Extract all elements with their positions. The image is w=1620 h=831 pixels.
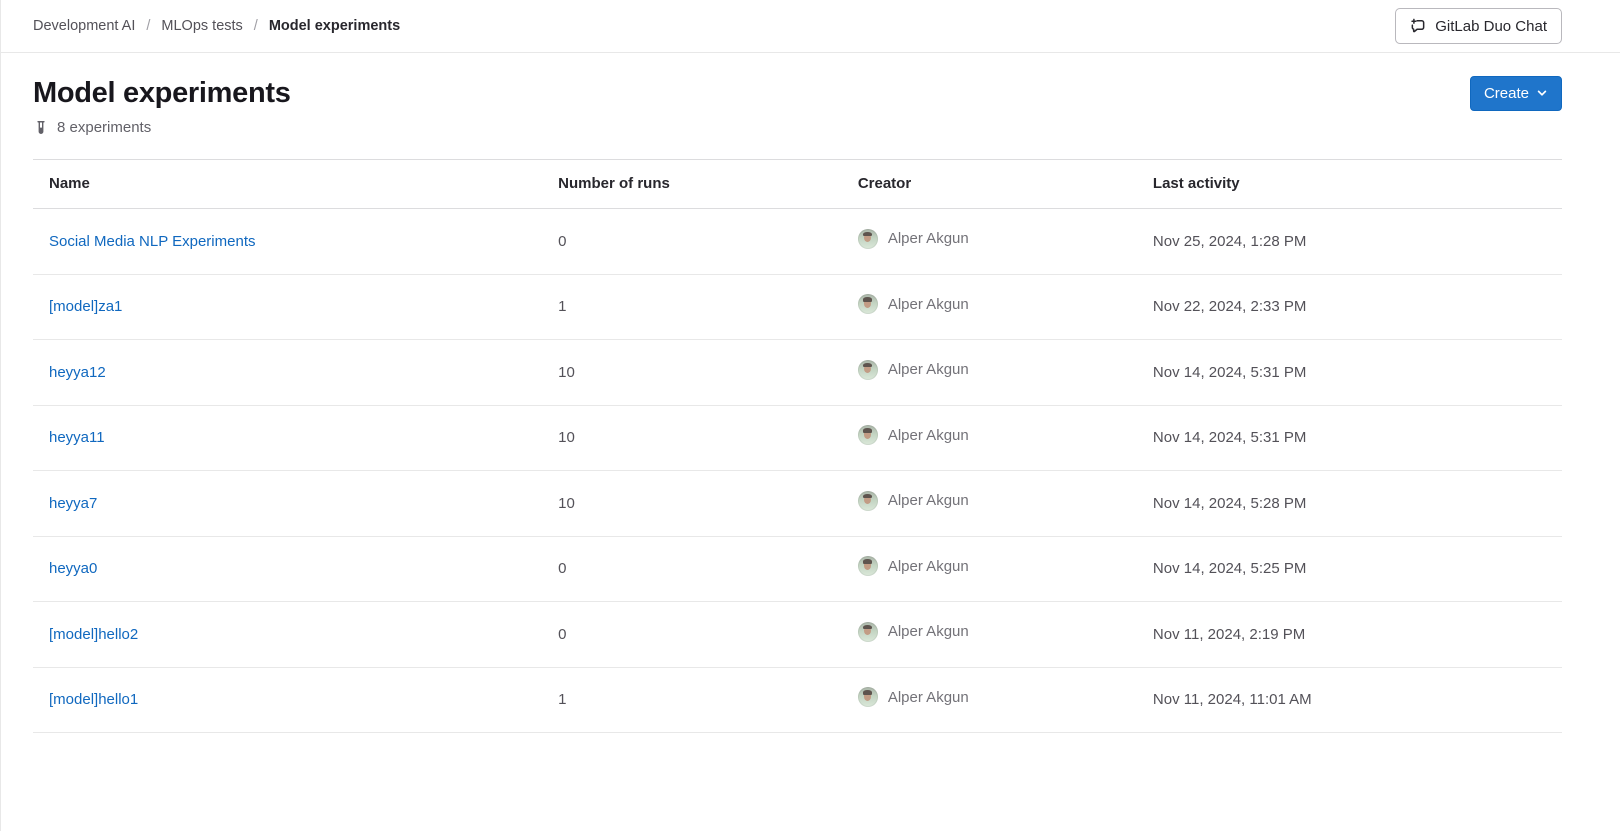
experiment-count-label: 8 experiments (57, 119, 151, 136)
creator-name: Alper Akgun (888, 556, 969, 577)
avatar (858, 491, 878, 511)
run-count: 1 (542, 667, 842, 733)
experiments-table-header: Name Number of runs Creator Last activit… (33, 160, 1562, 209)
creator-cell: Alper Akgun (858, 490, 969, 511)
breadcrumb-bar: Development AI / MLOps tests / Model exp… (1, 0, 1620, 53)
main-content: Model experiments Create 8 experiments (1, 75, 1620, 733)
creator-cell: Alper Akgun (858, 556, 969, 577)
page: Development AI / MLOps tests / Model exp… (0, 0, 1620, 831)
page-title: Model experiments (33, 75, 291, 111)
create-button-label: Create (1484, 85, 1529, 102)
experiment-link[interactable]: [model]hello2 (49, 626, 138, 643)
duo-chat-button[interactable]: GitLab Duo Chat (1395, 8, 1562, 44)
experiments-table: Name Number of runs Creator Last activit… (33, 159, 1562, 733)
avatar (858, 229, 878, 249)
table-row: [model]hello1 1 Alper Akgun Nov 11, 2024… (33, 667, 1562, 733)
column-header-runs: Number of runs (542, 160, 842, 209)
last-activity: Nov 11, 2024, 11:01 AM (1137, 667, 1562, 733)
avatar (858, 425, 878, 445)
table-row: [model]za1 1 Alper Akgun Nov 22, 2024, 2… (33, 274, 1562, 340)
creator-name: Alper Akgun (888, 687, 969, 708)
column-header-creator: Creator (842, 160, 1137, 209)
run-count: 10 (542, 471, 842, 537)
run-count: 0 (542, 536, 842, 602)
experiments-table-body: Social Media NLP Experiments 0 Alper Akg… (33, 209, 1562, 733)
column-header-last-activity: Last activity (1137, 160, 1562, 209)
table-row: heyya11 10 Alper Akgun Nov 14, 2024, 5:3… (33, 405, 1562, 471)
table-row: heyya7 10 Alper Akgun Nov 14, 2024, 5:28… (33, 471, 1562, 537)
run-count: 0 (542, 209, 842, 275)
table-row: [model]hello2 0 Alper Akgun Nov 11, 2024… (33, 602, 1562, 668)
creator-cell: Alper Akgun (858, 425, 969, 446)
breadcrumb-separator: / (254, 18, 258, 34)
creator-name: Alper Akgun (888, 425, 969, 446)
creator-cell: Alper Akgun (858, 228, 969, 249)
duo-chat-icon (1410, 18, 1426, 34)
breadcrumb-item-project[interactable]: MLOps tests (161, 18, 242, 34)
last-activity: Nov 14, 2024, 5:31 PM (1137, 405, 1562, 471)
creator-name: Alper Akgun (888, 490, 969, 511)
creator-name: Alper Akgun (888, 359, 969, 380)
run-count: 1 (542, 274, 842, 340)
avatar (858, 556, 878, 576)
last-activity: Nov 11, 2024, 2:19 PM (1137, 602, 1562, 668)
creator-cell: Alper Akgun (858, 294, 969, 315)
avatar (858, 622, 878, 642)
test-tube-icon (33, 120, 49, 136)
experiment-link[interactable]: heyya0 (49, 560, 97, 577)
run-count: 10 (542, 340, 842, 406)
last-activity: Nov 14, 2024, 5:31 PM (1137, 340, 1562, 406)
create-button[interactable]: Create (1470, 76, 1562, 111)
run-count: 0 (542, 602, 842, 668)
table-row: heyya12 10 Alper Akgun Nov 14, 2024, 5:3… (33, 340, 1562, 406)
creator-cell: Alper Akgun (858, 621, 969, 642)
experiment-count: 8 experiments (33, 119, 1562, 136)
experiment-link[interactable]: heyya12 (49, 364, 106, 381)
creator-name: Alper Akgun (888, 621, 969, 642)
chevron-down-icon (1536, 87, 1548, 99)
avatar (858, 687, 878, 707)
breadcrumb: Development AI / MLOps tests / Model exp… (33, 18, 400, 34)
creator-cell: Alper Akgun (858, 359, 969, 380)
column-header-name: Name (33, 160, 542, 209)
experiment-link[interactable]: [model]za1 (49, 298, 122, 315)
avatar (858, 294, 878, 314)
creator-cell: Alper Akgun (858, 687, 969, 708)
experiment-link[interactable]: heyya7 (49, 495, 97, 512)
run-count: 10 (542, 405, 842, 471)
experiment-link[interactable]: Social Media NLP Experiments (49, 233, 255, 250)
avatar (858, 360, 878, 380)
table-row: heyya0 0 Alper Akgun Nov 14, 2024, 5:25 … (33, 536, 1562, 602)
breadcrumb-item-group[interactable]: Development AI (33, 18, 135, 34)
last-activity: Nov 14, 2024, 5:28 PM (1137, 471, 1562, 537)
breadcrumb-separator: / (146, 18, 150, 34)
experiment-link[interactable]: [model]hello1 (49, 691, 138, 708)
creator-name: Alper Akgun (888, 294, 969, 315)
experiment-link[interactable]: heyya11 (49, 429, 105, 446)
breadcrumb-item-current: Model experiments (269, 18, 400, 34)
last-activity: Nov 14, 2024, 5:25 PM (1137, 536, 1562, 602)
table-row: Social Media NLP Experiments 0 Alper Akg… (33, 209, 1562, 275)
creator-name: Alper Akgun (888, 228, 969, 249)
last-activity: Nov 25, 2024, 1:28 PM (1137, 209, 1562, 275)
last-activity: Nov 22, 2024, 2:33 PM (1137, 274, 1562, 340)
duo-chat-label: GitLab Duo Chat (1435, 18, 1547, 35)
